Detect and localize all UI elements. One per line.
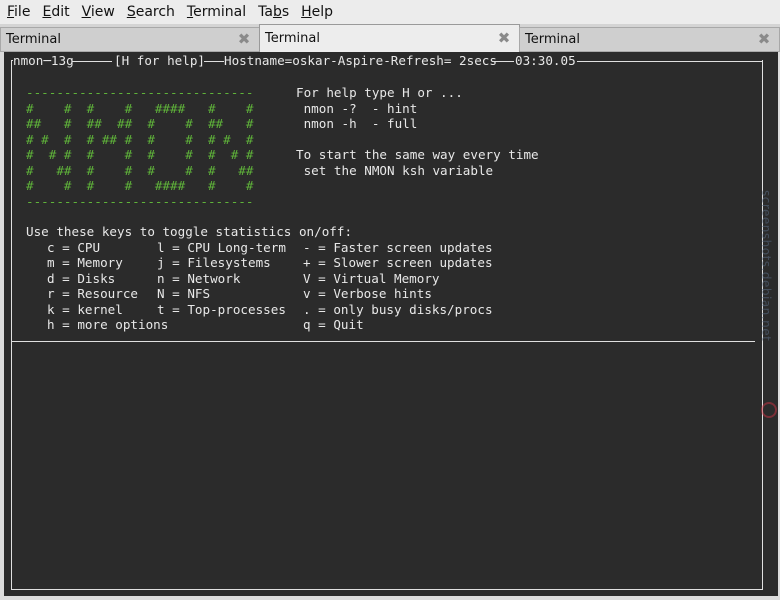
key-entry: r = Resource xyxy=(47,286,138,301)
key-entry: . = only busy disks/procs xyxy=(303,301,493,317)
clock-time: 03:30.05 xyxy=(515,53,576,68)
key-entry: m = Memory xyxy=(47,255,123,270)
key-entry: - = Faster screen updates xyxy=(303,239,493,255)
keys-title: Use these keys to toggle statistics on/o… xyxy=(26,224,353,239)
key-entry: h = more options xyxy=(47,317,169,332)
border-segment xyxy=(492,61,514,62)
key-entry: c = CPU xyxy=(47,239,101,255)
key-entry: d = Disks xyxy=(47,270,116,286)
key-entry: v = Verbose hints xyxy=(303,286,432,301)
menu-terminal[interactable]: Terminal xyxy=(181,0,252,24)
tab-label: Terminal xyxy=(6,32,61,47)
key-entry: t = Top-processes xyxy=(157,301,286,317)
close-icon[interactable]: ✖ xyxy=(497,31,511,46)
menu-view[interactable]: View xyxy=(76,0,121,24)
nmon-version: nmon─13g xyxy=(13,53,74,68)
tab-bar: Terminal ✖ Terminal ✖ Terminal ✖ xyxy=(0,24,780,52)
key-entry: N = NFS xyxy=(157,286,211,301)
help-text-line: To start the same way every time xyxy=(296,147,539,162)
key-entry: n = Network xyxy=(157,270,241,286)
tab-label: Terminal xyxy=(525,32,580,47)
border-segment xyxy=(204,61,224,62)
menu-file[interactable]: File xyxy=(0,0,36,24)
debian-swirl-icon xyxy=(761,402,777,418)
menu-help[interactable]: Help xyxy=(295,0,339,24)
section-divider xyxy=(11,341,755,342)
border-segment xyxy=(72,61,112,62)
nmon-logo-line: # # # # ## # # # # # # xyxy=(26,131,254,147)
key-entry: j = Filesystems xyxy=(157,255,271,270)
menu-edit[interactable]: Edit xyxy=(36,0,75,24)
nmon-logo-line: # # # # #### # # xyxy=(26,100,254,116)
hostname-info: Hostname=oskar-Aspire-Refresh= 2secs xyxy=(224,53,497,68)
nmon-logo-line: # # # # # # # # # # xyxy=(26,147,254,162)
tab-terminal-2[interactable]: Terminal ✖ xyxy=(259,24,520,52)
key-entry: q = Quit xyxy=(303,317,364,332)
close-icon[interactable]: ✖ xyxy=(757,32,771,47)
menu-bar: File Edit View Search Terminal Tabs Help xyxy=(0,0,780,24)
key-entry: l = CPU Long-term xyxy=(157,239,286,255)
key-entry: k = kernel xyxy=(47,301,123,317)
nmon-logo-line: # # # # #### # # xyxy=(26,178,254,193)
menu-search[interactable]: Search xyxy=(121,0,181,24)
key-entry: + = Slower screen updates xyxy=(303,255,493,270)
nmon-logo-line: # ## # # # # # ## xyxy=(26,162,254,178)
nmon-logo-line: ------------------------------ xyxy=(26,193,254,209)
help-hint: [H for help] xyxy=(114,53,205,68)
terminal-view[interactable]: nmon─13g [H for help] Hostname=oskar-Asp… xyxy=(4,52,778,596)
watermark: screenshots.debian.net xyxy=(759,190,773,342)
key-entry: V = Virtual Memory xyxy=(303,270,440,286)
nmon-logo-line: ------------------------------ xyxy=(26,85,254,100)
help-text-line: nmon -h - full xyxy=(296,116,418,131)
tab-terminal-1[interactable]: Terminal ✖ xyxy=(0,27,260,51)
close-icon[interactable]: ✖ xyxy=(237,32,251,47)
help-text-line: For help type H or ... xyxy=(296,85,463,100)
menu-tabs[interactable]: Tabs xyxy=(252,0,295,24)
help-text-line: nmon -? - hint xyxy=(296,100,418,116)
border-segment xyxy=(577,61,763,62)
tab-label: Terminal xyxy=(265,31,320,46)
nmon-logo-line: ## # ## ## # # ## # xyxy=(26,116,254,131)
help-text-line: set the NMON ksh variable xyxy=(296,162,494,178)
tab-terminal-3[interactable]: Terminal ✖ xyxy=(519,27,780,51)
